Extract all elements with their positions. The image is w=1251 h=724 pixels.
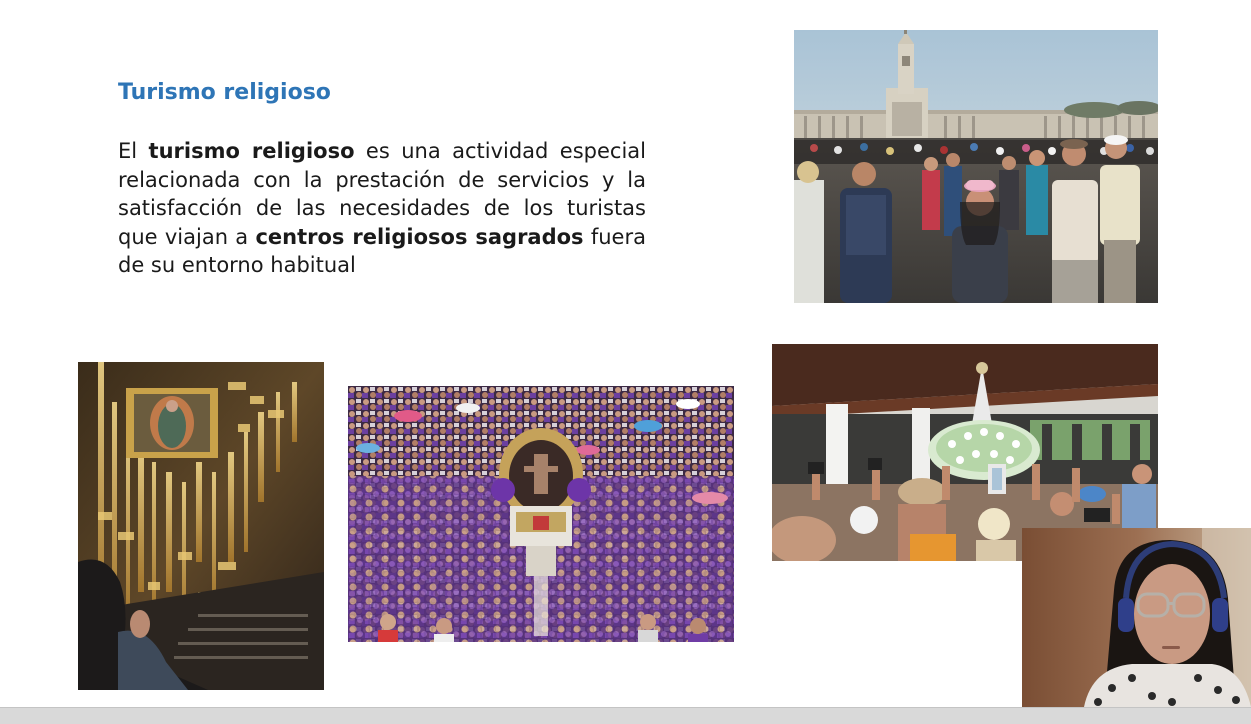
procession-photo — [348, 386, 734, 642]
paragraph-bold-2: centros religiosos sagrados — [255, 224, 584, 249]
paragraph-bold-1: turismo religioso — [148, 139, 355, 163]
bottom-status-bar — [0, 707, 1251, 724]
slide-paragraph: El turismo religioso es una actividad es… — [118, 137, 646, 280]
golden-altar-photo — [78, 362, 324, 690]
webcam-video-overlay[interactable] — [1022, 528, 1251, 707]
slide-title: Turismo religioso — [118, 80, 331, 105]
paragraph-text-1: El — [118, 139, 149, 163]
sanctuary-crowd-photo — [794, 30, 1158, 303]
presentation-slide: Turismo religioso El turismo religioso e… — [0, 0, 1251, 707]
